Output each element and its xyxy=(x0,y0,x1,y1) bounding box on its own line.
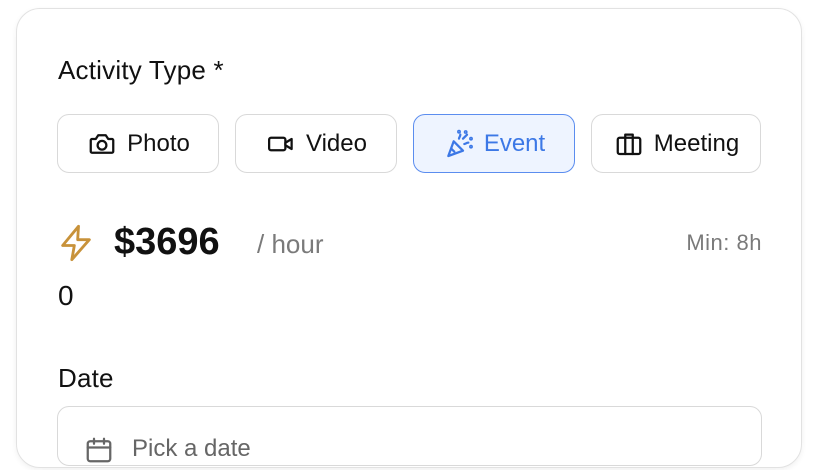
type-option-label: Event xyxy=(483,129,546,157)
type-option-video[interactable]: Video xyxy=(235,114,397,173)
activity-type-label: Activity Type * xyxy=(58,55,224,85)
type-option-meeting[interactable]: Meeting xyxy=(591,114,761,173)
video-camera-icon xyxy=(265,128,297,160)
type-option-photo[interactable]: Photo xyxy=(57,114,219,173)
calendar-icon xyxy=(84,435,114,470)
minimum-hours: Min: 8h xyxy=(686,230,762,255)
date-label: Date xyxy=(58,363,114,393)
type-option-label: Video xyxy=(306,129,367,157)
date-picker-field[interactable]: Pick a date xyxy=(57,406,762,466)
type-option-label: Meeting xyxy=(653,129,740,157)
hourly-price: $3696 xyxy=(114,221,220,263)
camera-icon xyxy=(86,128,118,160)
party-popper-icon xyxy=(443,128,475,160)
price-unit: / hour xyxy=(257,229,324,259)
date-placeholder: Pick a date xyxy=(132,435,251,462)
type-option-event[interactable]: Event xyxy=(413,114,575,173)
activity-type-options: Photo Video Event Meeting xyxy=(57,114,761,173)
briefcase-icon xyxy=(613,128,645,160)
type-option-label: Photo xyxy=(127,129,190,157)
rate-display: $3696 / hour Min: 8h xyxy=(56,218,766,268)
lightning-bolt-icon xyxy=(56,222,96,269)
count-value: 0 xyxy=(58,280,74,311)
